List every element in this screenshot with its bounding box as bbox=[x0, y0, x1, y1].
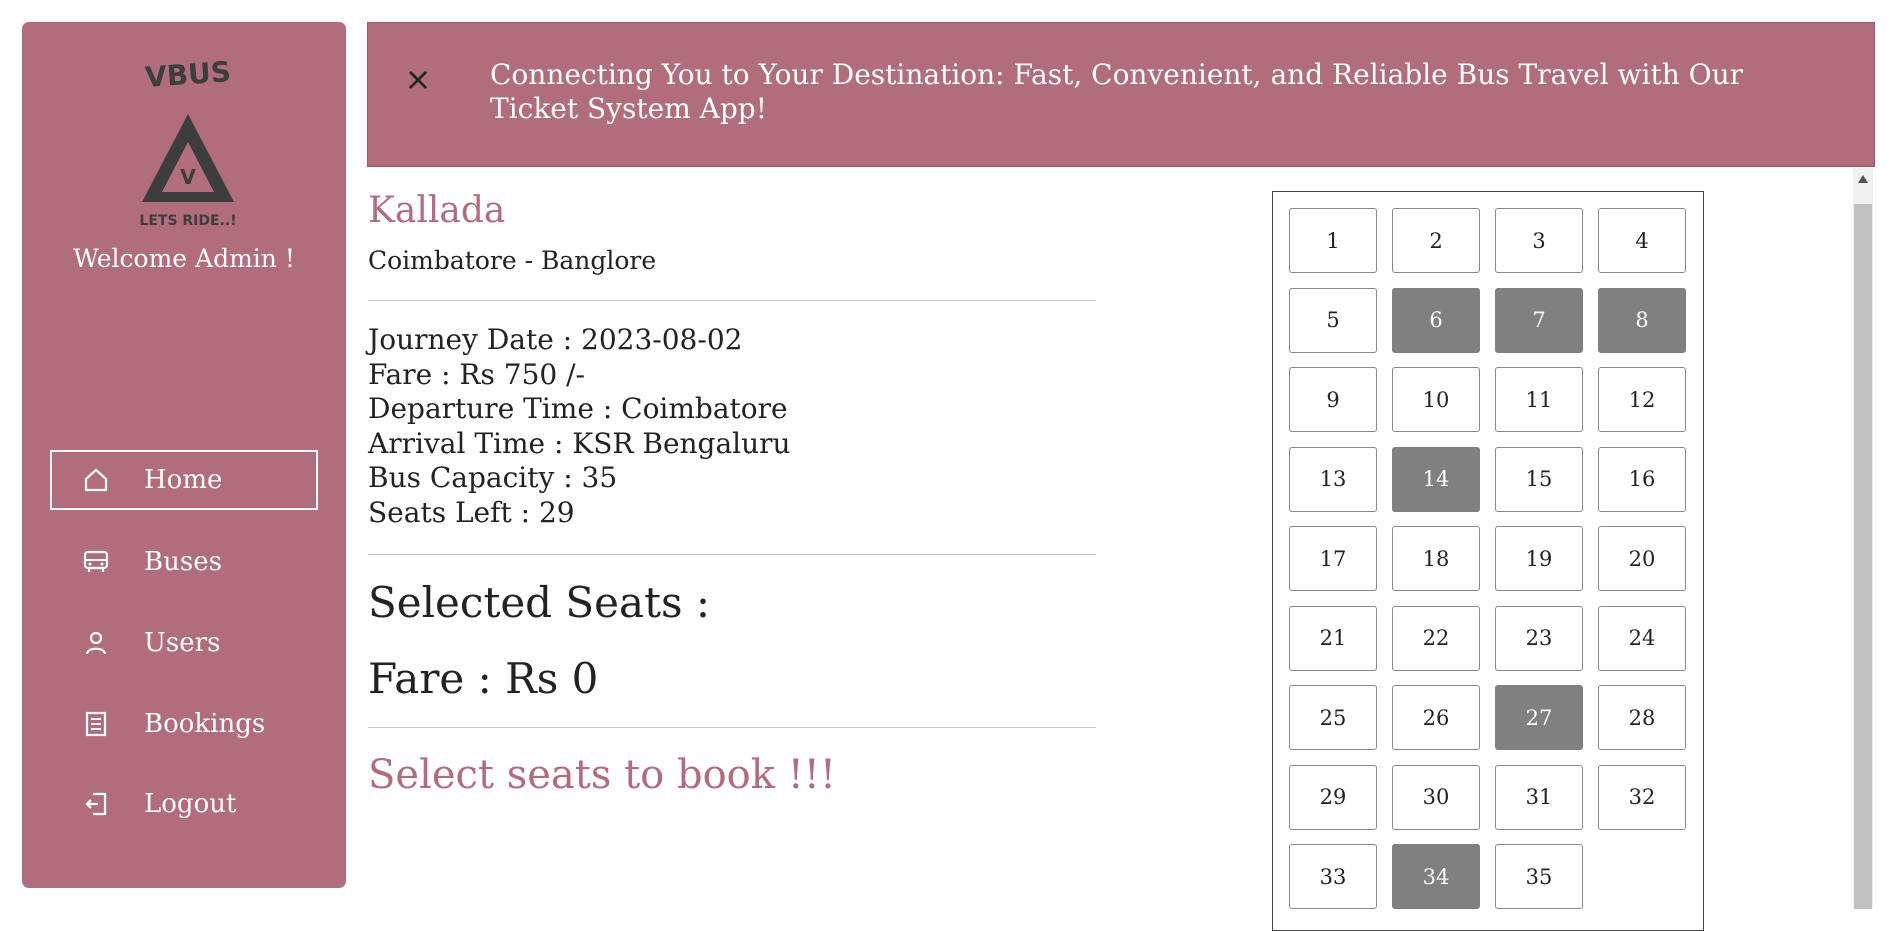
sidebar: VBUS V LETS RIDE..! Welcome Admin ! Home… bbox=[22, 22, 346, 888]
seat-booked[interactable]: 14 bbox=[1392, 446, 1480, 512]
home-icon bbox=[76, 467, 116, 493]
bus-name: Kallada bbox=[368, 190, 506, 231]
fare-total: Fare : Rs 0 bbox=[368, 654, 599, 703]
seat-available[interactable]: 2 bbox=[1392, 208, 1480, 273]
seat-available[interactable]: 9 bbox=[1289, 367, 1377, 432]
sidebar-item-label: Users bbox=[144, 628, 221, 658]
seat-booked[interactable]: 27 bbox=[1495, 685, 1583, 750]
sidebar-item-label: Bookings bbox=[144, 709, 266, 739]
seat-booked[interactable]: 8 bbox=[1598, 287, 1686, 353]
sidebar-item-home[interactable]: Home bbox=[50, 450, 318, 510]
divider bbox=[368, 300, 1096, 301]
seat-available[interactable]: 15 bbox=[1495, 446, 1583, 512]
vbus-logo: VBUS V LETS RIDE..! bbox=[139, 44, 236, 234]
seat-available[interactable]: 30 bbox=[1392, 764, 1480, 830]
seat-available[interactable]: 4 bbox=[1598, 208, 1686, 273]
selected-seats-label: Selected Seats : bbox=[368, 578, 711, 627]
scroll-up-arrow-icon[interactable] bbox=[1853, 168, 1873, 190]
seat-booked[interactable]: 34 bbox=[1392, 844, 1480, 909]
seat-available[interactable]: 10 bbox=[1392, 367, 1480, 432]
logout-icon bbox=[76, 791, 116, 817]
scrollbar[interactable] bbox=[1853, 168, 1873, 909]
sidebar-item-label: Buses bbox=[144, 547, 222, 577]
seat-available[interactable]: 25 bbox=[1289, 685, 1377, 750]
seat-available[interactable]: 32 bbox=[1598, 764, 1686, 830]
seat-available[interactable]: 3 bbox=[1495, 208, 1583, 273]
seat-available[interactable]: 31 bbox=[1495, 764, 1583, 830]
scrollbar-thumb[interactable] bbox=[1854, 204, 1872, 909]
bus-capacity: Bus Capacity : 35 bbox=[368, 461, 618, 494]
seat-available[interactable]: 33 bbox=[1289, 844, 1377, 909]
seat-booked[interactable]: 7 bbox=[1495, 287, 1583, 353]
seat-booked[interactable]: 6 bbox=[1392, 287, 1480, 353]
logo-tagline: LETS RIDE..! bbox=[140, 213, 236, 229]
seat-available[interactable]: 12 bbox=[1598, 367, 1686, 432]
seat-map: 1 2 3 4 5 6 7 8 9 10 11 12 13 14 15 16 17 18 19 20 21 22 23 24 2… bbox=[1272, 191, 1704, 931]
banner-text: Connecting You to Your Destination: Fast… bbox=[490, 58, 1743, 125]
sidebar-item-bookings[interactable]: Bookings bbox=[50, 694, 318, 754]
sidebar-item-logout[interactable]: Logout bbox=[50, 774, 318, 834]
bus-route: Coimbatore - Banglore bbox=[368, 246, 657, 275]
fare-per-seat: Fare : Rs 750 /- bbox=[368, 357, 585, 391]
divider bbox=[368, 554, 1096, 555]
seat-available[interactable]: 19 bbox=[1495, 526, 1583, 591]
seat-available[interactable]: 17 bbox=[1289, 526, 1377, 591]
sidebar-item-label: Home bbox=[144, 465, 223, 495]
seat-available[interactable]: 24 bbox=[1598, 605, 1686, 671]
sidebar-item-buses[interactable]: Buses bbox=[50, 532, 318, 592]
journey-date: Journey Date : 2023-08-02 bbox=[368, 323, 743, 356]
seat-available[interactable]: 23 bbox=[1495, 605, 1583, 671]
logo-letter: V bbox=[180, 165, 196, 189]
arrival-time: Arrival Time : KSR Bengaluru bbox=[368, 426, 791, 460]
welcome-text: Welcome Admin ! bbox=[73, 244, 295, 273]
seat-available[interactable]: 20 bbox=[1598, 526, 1686, 591]
seat-available[interactable]: 5 bbox=[1289, 287, 1377, 353]
journey-details: Journey Date : 2023-08-02 Fare : Rs 750 … bbox=[368, 323, 791, 530]
sidebar-item-users[interactable]: Users bbox=[50, 613, 318, 673]
seat-available[interactable]: 22 bbox=[1392, 605, 1480, 671]
divider bbox=[368, 727, 1096, 728]
logo-top-text: VBUS bbox=[144, 55, 232, 94]
seat-available[interactable]: 11 bbox=[1495, 367, 1583, 432]
seat-available[interactable]: 28 bbox=[1598, 685, 1686, 750]
select-seats-prompt: Select seats to book !!! bbox=[368, 752, 836, 798]
close-icon[interactable]: × bbox=[398, 59, 438, 99]
user-icon bbox=[76, 630, 116, 656]
seat-available[interactable]: 18 bbox=[1392, 526, 1480, 591]
bookings-icon bbox=[76, 711, 116, 737]
seat-available[interactable]: 13 bbox=[1289, 446, 1377, 512]
seat-available[interactable]: 16 bbox=[1598, 446, 1686, 512]
seat-available[interactable]: 1 bbox=[1289, 208, 1377, 273]
seat-available[interactable]: 35 bbox=[1495, 844, 1583, 909]
bus-icon bbox=[76, 549, 116, 575]
sidebar-item-label: Logout bbox=[144, 789, 237, 819]
seat-available[interactable]: 21 bbox=[1289, 605, 1377, 671]
info-banner: × Connecting You to Your Destination: Fa… bbox=[367, 22, 1875, 167]
seats-left: Seats Left : 29 bbox=[368, 495, 575, 529]
departure-time: Departure Time : Coimbatore bbox=[368, 392, 788, 425]
seat-available[interactable]: 29 bbox=[1289, 764, 1377, 830]
seat-available[interactable]: 26 bbox=[1392, 685, 1480, 750]
